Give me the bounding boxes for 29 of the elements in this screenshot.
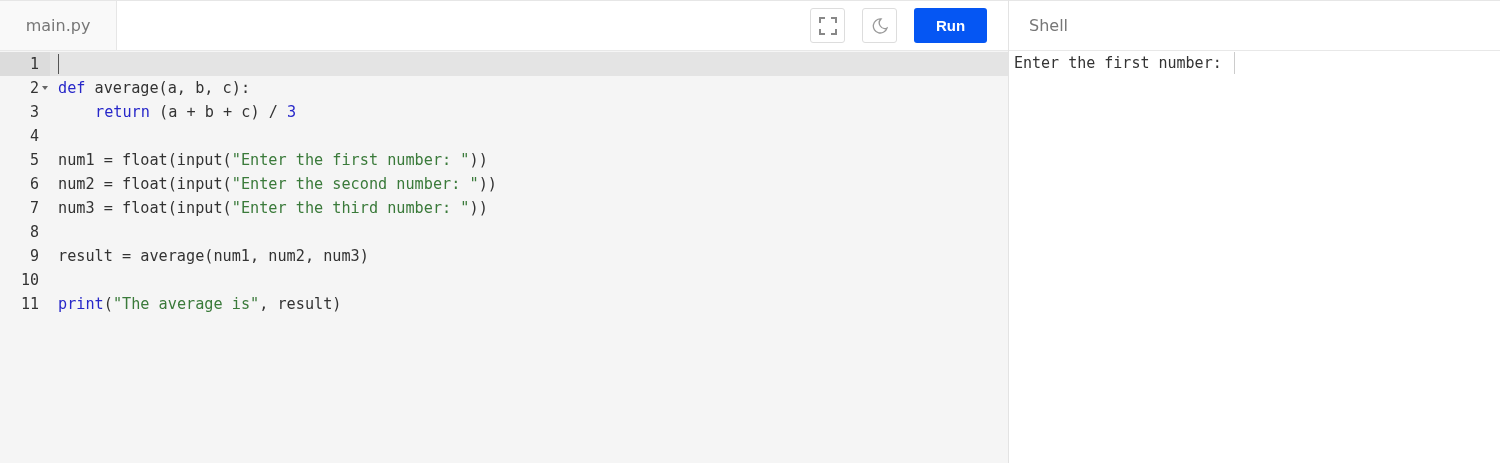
code-line: return (a + b + c) / 3 [94, 103, 297, 121]
line-number: 11 [20, 295, 39, 313]
line-number: 7 [29, 199, 39, 217]
line-number: 2 [29, 79, 39, 97]
line-number: 8 [29, 223, 39, 241]
fold-caret-icon[interactable] [42, 86, 48, 90]
line-number: 1 [29, 55, 39, 73]
run-button[interactable]: Run [914, 8, 987, 43]
code-line: def average(a, b, c): [57, 79, 251, 97]
code-line: num3 = float(input("Enter the third number: ")) [57, 199, 488, 217]
theme-toggle-button[interactable] [862, 8, 897, 43]
line-number: 10 [20, 271, 39, 289]
code-line: num2 = float(input("Enter the second number: ")) [57, 175, 497, 193]
code-line: result = average(num1, num2, num3) [57, 247, 369, 265]
line-number: 3 [29, 103, 39, 121]
line-number: 9 [29, 247, 39, 265]
line-number: 5 [29, 151, 39, 169]
text-cursor [58, 54, 59, 74]
code-line: print("The average is", result) [57, 295, 342, 313]
line-number: 4 [29, 127, 39, 145]
fullscreen-icon [818, 16, 837, 35]
fullscreen-button[interactable] [810, 8, 845, 43]
shell-output: Enter the first number: [1014, 54, 1222, 72]
file-tab[interactable]: main.py [0, 1, 117, 50]
moon-icon [871, 17, 888, 34]
shell-title: Shell [1009, 0, 1500, 51]
line-number: 6 [29, 175, 39, 193]
text-cursor [1233, 52, 1235, 74]
code-line: num1 = float(input("Enter the first number: ")) [57, 151, 488, 169]
